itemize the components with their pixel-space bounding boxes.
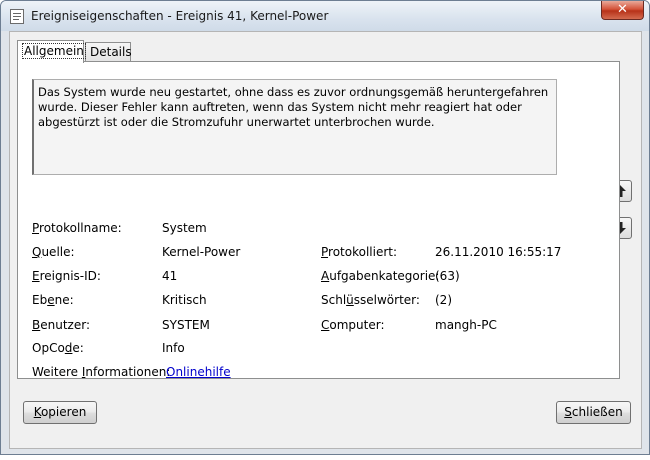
opcode-value: Info — [162, 341, 185, 355]
tab-allgemein-label: Allgemein — [22, 43, 86, 59]
onlinehilfe-link[interactable]: Onlinehilfe — [166, 365, 231, 379]
protokollname-label: Protokollname: — [32, 221, 122, 235]
protokollname-value: System — [162, 221, 207, 235]
benutzer-label: Benutzer: — [32, 318, 90, 332]
opcode-label: OpCode: — [32, 341, 84, 355]
ereignis-id-value: 41 — [162, 269, 178, 283]
schluesselwoerter-label: Schlüsselwörter: — [321, 293, 420, 307]
event-description-textbox[interactable]: Das System wurde neu gestartet, ohne das… — [32, 79, 557, 175]
copy-button-label: Kopieren — [33, 405, 87, 419]
ereignis-id-label: Ereignis-ID: — [32, 269, 101, 283]
schluesselwoerter-value: (2) — [435, 293, 452, 307]
window-title: Ereigniseigenschaften - Ereignis 41, Ker… — [31, 9, 329, 23]
tab-allgemein[interactable]: Allgemein — [17, 40, 86, 63]
title-bar[interactable]: Ereigniseigenschaften - Ereignis 41, Ker… — [1, 1, 649, 31]
aufgabenkategorie-value: (63) — [435, 269, 460, 283]
weitere-informationen-label: Weitere Informationen: — [32, 365, 171, 379]
copy-button[interactable]: Kopieren — [23, 401, 97, 424]
close-button[interactable]: Schließen — [556, 401, 631, 424]
close-window-button[interactable]: ✕ — [601, 1, 644, 20]
dialog-client-area: Allgemein Details Das System wurde neu g… — [9, 31, 642, 449]
general-tab-panel: Das System wurde neu gestartet, ohne das… — [17, 61, 620, 379]
aufgabenkategorie-label: Aufgabenkategorie: — [321, 269, 440, 283]
tab-details-label: Details — [90, 45, 132, 59]
close-button-label: Schließen — [564, 405, 623, 419]
computer-value: mangh-PC — [435, 318, 497, 332]
event-viewer-icon — [10, 9, 24, 24]
quelle-label: Quelle: — [32, 245, 75, 259]
quelle-value: Kernel-Power — [162, 245, 241, 259]
ebene-value: Kritisch — [162, 293, 207, 307]
protokolliert-label: Protokolliert: — [321, 245, 398, 259]
tab-details[interactable]: Details — [85, 42, 132, 62]
ebene-label: Ebene: — [32, 293, 74, 307]
benutzer-value: SYSTEM — [162, 318, 210, 332]
computer-label: Computer: — [321, 318, 385, 332]
event-properties-window: Ereigniseigenschaften - Ereignis 41, Ker… — [0, 0, 650, 455]
protokolliert-value: 26.11.2010 16:55:17 — [435, 245, 562, 259]
